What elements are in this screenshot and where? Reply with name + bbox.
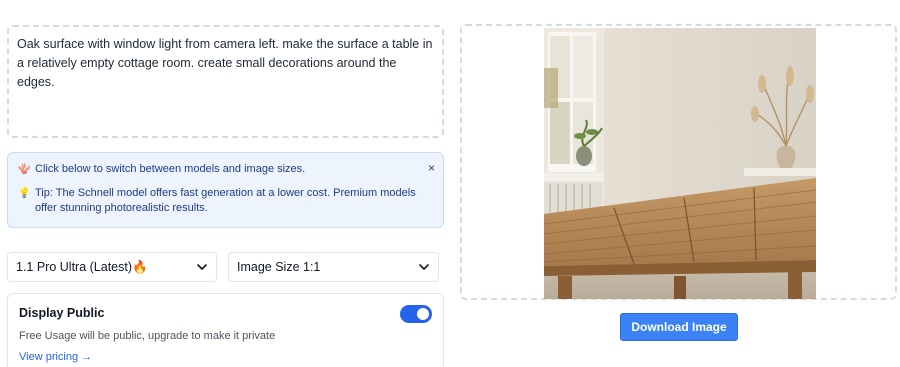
close-icon[interactable]: ×	[428, 161, 435, 176]
info-banner: 🪸 Click below to switch between models a…	[7, 152, 444, 228]
coral-icon: 🪸	[18, 164, 31, 175]
display-public-toggle[interactable]	[400, 305, 432, 323]
info-text-tip: Tip: The Schnell model offers fast gener…	[35, 187, 416, 214]
image-size-select[interactable]: Image Size 1:1	[228, 252, 439, 282]
display-public-title: Display Public	[19, 306, 105, 320]
info-line-tip: 💡 Tip: The Schnell model offers fast gen…	[18, 186, 433, 216]
chevron-down-icon	[419, 264, 429, 270]
lightbulb-icon: 💡	[18, 188, 31, 199]
chevron-down-icon	[197, 264, 207, 270]
download-image-button[interactable]: Download Image	[620, 313, 738, 341]
display-public-card: Display Public Free Usage will be public…	[7, 293, 444, 367]
model-select[interactable]: 1.1 Pro Ultra (Latest)🔥	[7, 252, 217, 282]
info-text-models: Click below to switch between models and…	[35, 163, 306, 175]
generated-image-graphic	[544, 28, 816, 299]
model-select-value: 1.1 Pro Ultra (Latest)🔥	[16, 259, 148, 274]
view-pricing-link[interactable]: View pricing →	[19, 351, 432, 363]
display-public-subtitle: Free Usage will be public, upgrade to ma…	[19, 330, 276, 342]
toggle-knob	[417, 308, 429, 320]
prompt-textarea[interactable]: Oak surface with window light from camer…	[7, 25, 444, 138]
image-output-panel	[460, 24, 897, 300]
info-line-models: 🪸 Click below to switch between models a…	[18, 162, 433, 177]
image-size-select-value: Image Size 1:1	[237, 260, 321, 274]
prompt-text: Oak surface with window light from camer…	[17, 37, 433, 89]
generated-image	[544, 28, 816, 299]
